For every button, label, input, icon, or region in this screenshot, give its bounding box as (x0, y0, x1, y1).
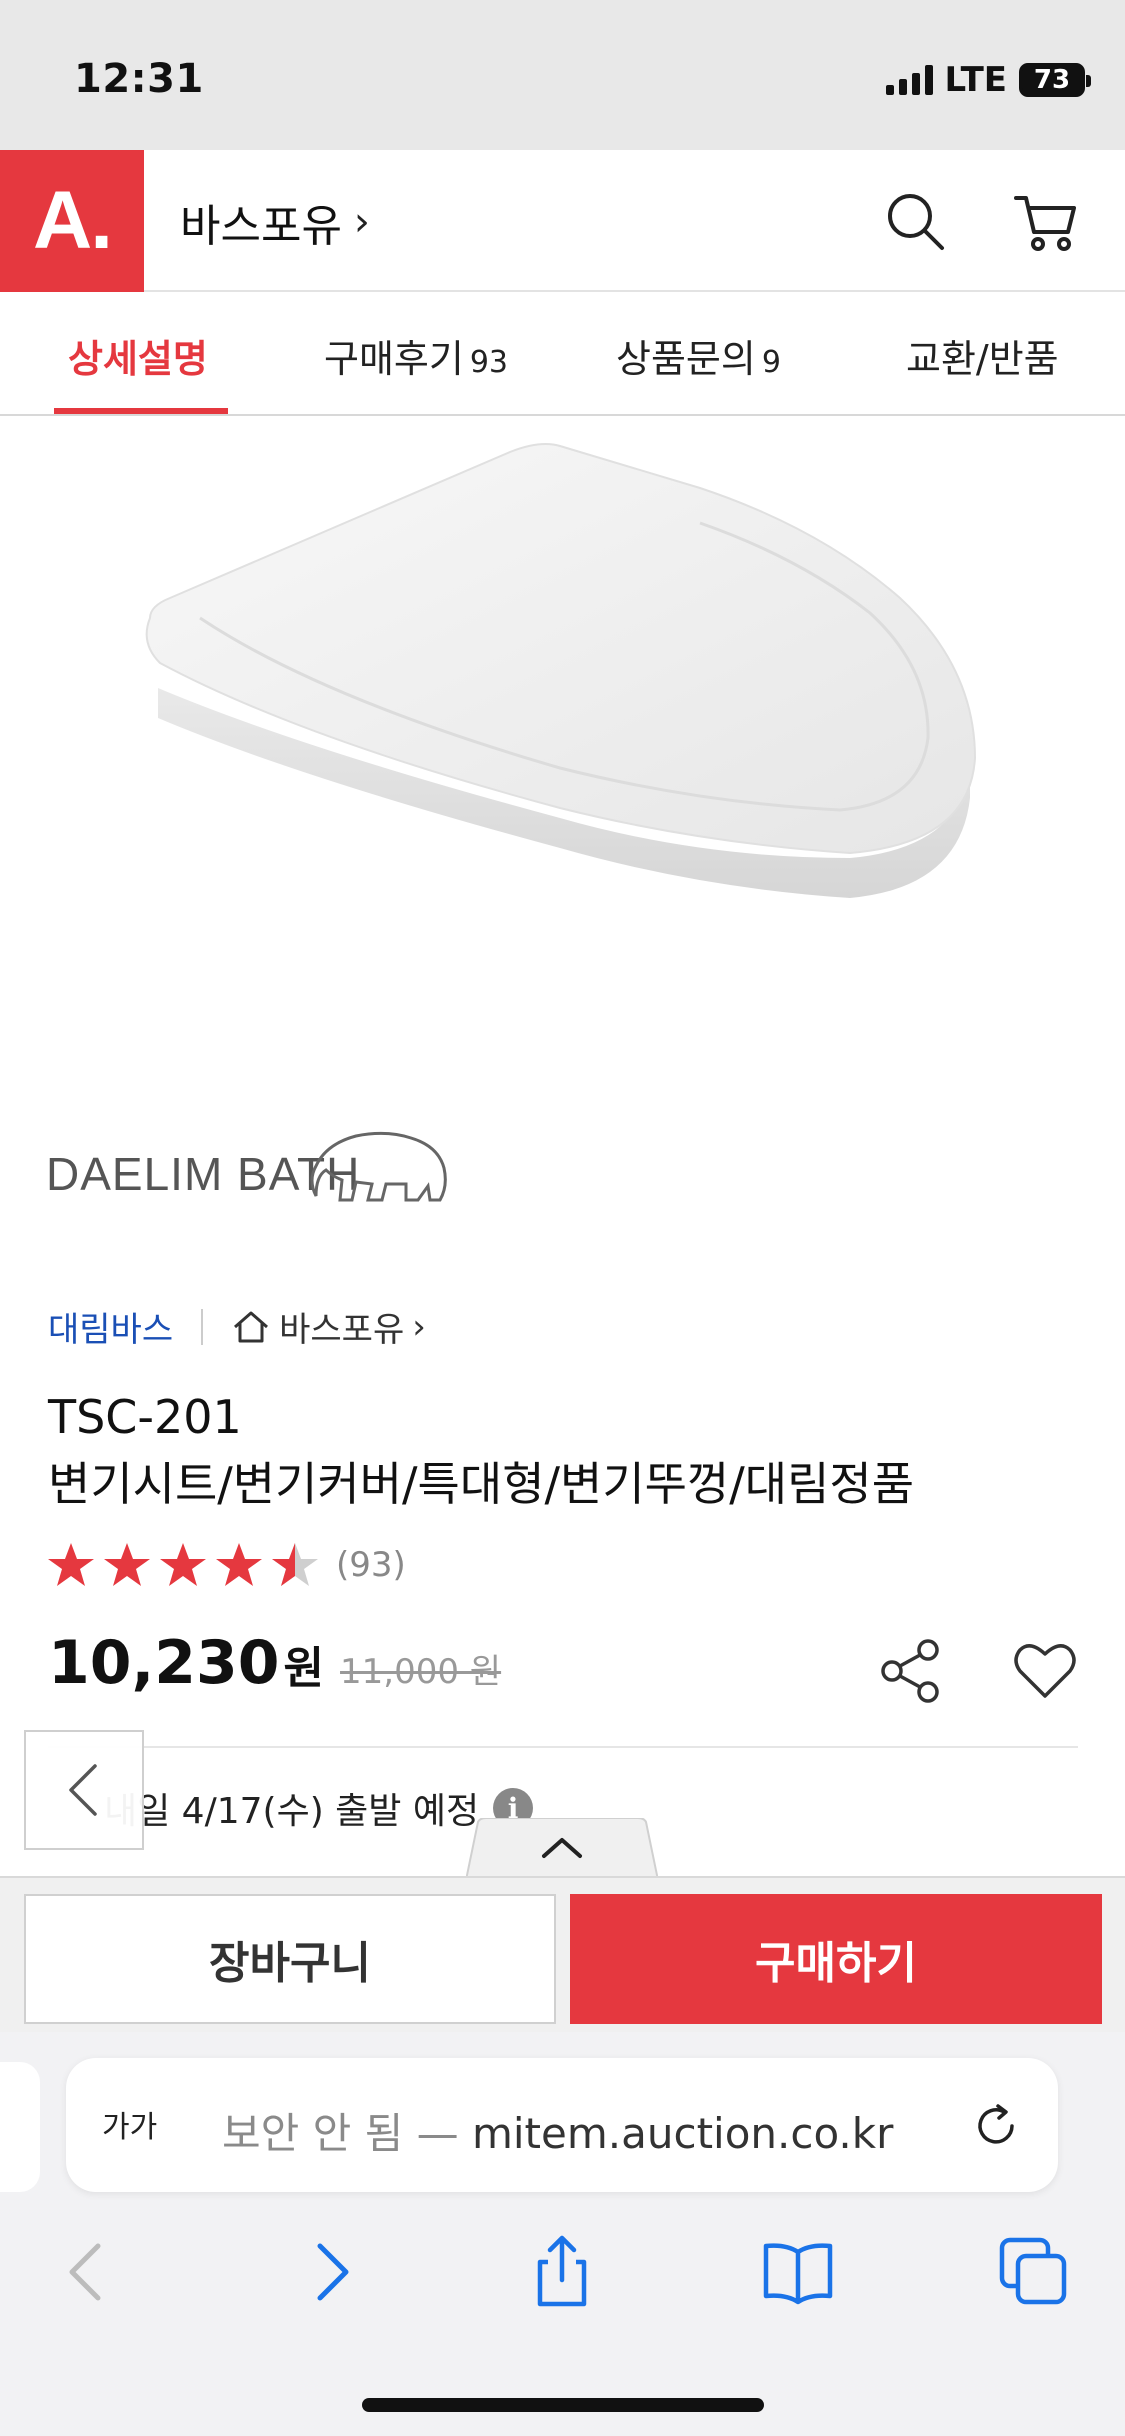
brand-link[interactable]: 대림바스 (48, 1302, 173, 1351)
add-to-cart-button[interactable]: 장바구니 (24, 1894, 556, 2024)
reader-aa-button[interactable]: 가가 (102, 2102, 157, 2146)
network-label: LTE (944, 60, 1007, 100)
product-model: TSC-201 (48, 1390, 242, 1444)
brand-row: 대림바스 바스포유 › (48, 1302, 426, 1351)
url-host: mitem.auction.co.kr (471, 2109, 894, 2158)
star-icon (160, 1543, 206, 1586)
heart-icon[interactable] (1010, 1636, 1080, 1706)
share-sheet-icon[interactable] (522, 2232, 602, 2312)
active-tab-indicator (54, 408, 228, 414)
auction-logo[interactable]: A. (0, 150, 144, 292)
daelim-bath-logo: DAELIM BATH (46, 1131, 447, 1202)
chevron-left-icon (69, 1764, 97, 1816)
tab-label: 교환/반품 (906, 337, 1059, 381)
home-icon (234, 1311, 269, 1342)
star-icon (216, 1543, 262, 1586)
status-bar: 12:31 LTE 73 (0, 0, 1125, 150)
shipping-text: 내일 4/17(수) 출발 예정 (104, 1791, 480, 1832)
previous-tab-preview[interactable] (0, 2062, 40, 2192)
tab-detail[interactable]: 상세설명 (68, 328, 208, 383)
security-warning: 보안 안 됨 — (222, 2109, 472, 2158)
price-unit: 원 (283, 1643, 325, 1694)
aa-label: 가가 (102, 2110, 158, 2145)
store-mini-link[interactable]: 바스포유 › (231, 1302, 426, 1351)
address-bar[interactable]: 가가 보안 안 됨 — mitem.auction.co.kr (66, 2058, 1058, 2192)
expand-handle[interactable] (466, 1818, 658, 1880)
tab-label: 상세설명 (68, 337, 208, 381)
tab-label: 상품문의 (616, 337, 756, 381)
browser-nav-row (0, 2232, 1125, 2332)
status-indicators: LTE 73 (885, 60, 1091, 100)
tab-count: 9 (761, 345, 781, 380)
bookmarks-icon[interactable] (758, 2232, 838, 2312)
rating-stars[interactable]: (93) (46, 1540, 406, 1590)
price-row: 10,230 원 11,000 원 (48, 1628, 501, 1698)
product-title: 변기시트/변기커버/특대형/변기뚜껑/대림정품 (48, 1457, 915, 1511)
review-count: (93) (336, 1545, 406, 1585)
share-icon[interactable] (876, 1636, 946, 1706)
tab-reviews[interactable]: 구매후기 93 (324, 328, 508, 383)
store-name: 바스포유 (180, 201, 342, 252)
tab-label: 구매후기 (324, 337, 464, 381)
reload-icon[interactable] (968, 2098, 1024, 2154)
divider (201, 1308, 204, 1345)
divider (48, 1746, 1078, 1748)
tab-count: 93 (469, 345, 509, 380)
app-header: A. 바스포유 › (0, 150, 1125, 292)
floating-back-button[interactable] (24, 1730, 144, 1850)
product-image[interactable] (0, 418, 1125, 1178)
tab-exchange[interactable]: 교환/반품 (906, 328, 1059, 383)
back-icon[interactable] (48, 2232, 128, 2312)
purchase-action-bar: 장바구니 구매하기 (0, 1876, 1125, 2032)
url-text: 보안 안 됨 — mitem.auction.co.kr (222, 2100, 893, 2161)
star-icon (48, 1543, 94, 1586)
forward-icon[interactable] (290, 2232, 370, 2312)
original-price: 11,000 원 (340, 1652, 502, 1692)
half-star-icon (272, 1543, 318, 1586)
home-indicator (362, 2398, 764, 2412)
store-link[interactable]: 바스포유 › (180, 190, 370, 254)
chevron-right-icon: › (412, 1306, 426, 1347)
status-time: 12:31 (74, 56, 204, 102)
chevron-right-icon: › (353, 199, 370, 245)
search-icon[interactable] (880, 186, 950, 256)
star-icon (104, 1543, 150, 1586)
detail-tabs: 상세설명 구매후기 93 상품문의 9 교환/반품 (0, 292, 1125, 416)
tab-qna[interactable]: 상품문의 9 (616, 328, 781, 383)
buy-now-button[interactable]: 구매하기 (570, 1894, 1102, 2024)
store-mini-label: 바스포유 (279, 1310, 405, 1350)
tabs-icon[interactable] (994, 2232, 1074, 2312)
sale-price: 10,230 (48, 1628, 280, 1698)
cart-icon[interactable] (1012, 186, 1082, 256)
browser-toolbar: 가가 보안 안 됨 — mitem.auction.co.kr (0, 2032, 1125, 2436)
battery-icon: 73 (1019, 63, 1091, 97)
signal-icon (885, 65, 933, 95)
